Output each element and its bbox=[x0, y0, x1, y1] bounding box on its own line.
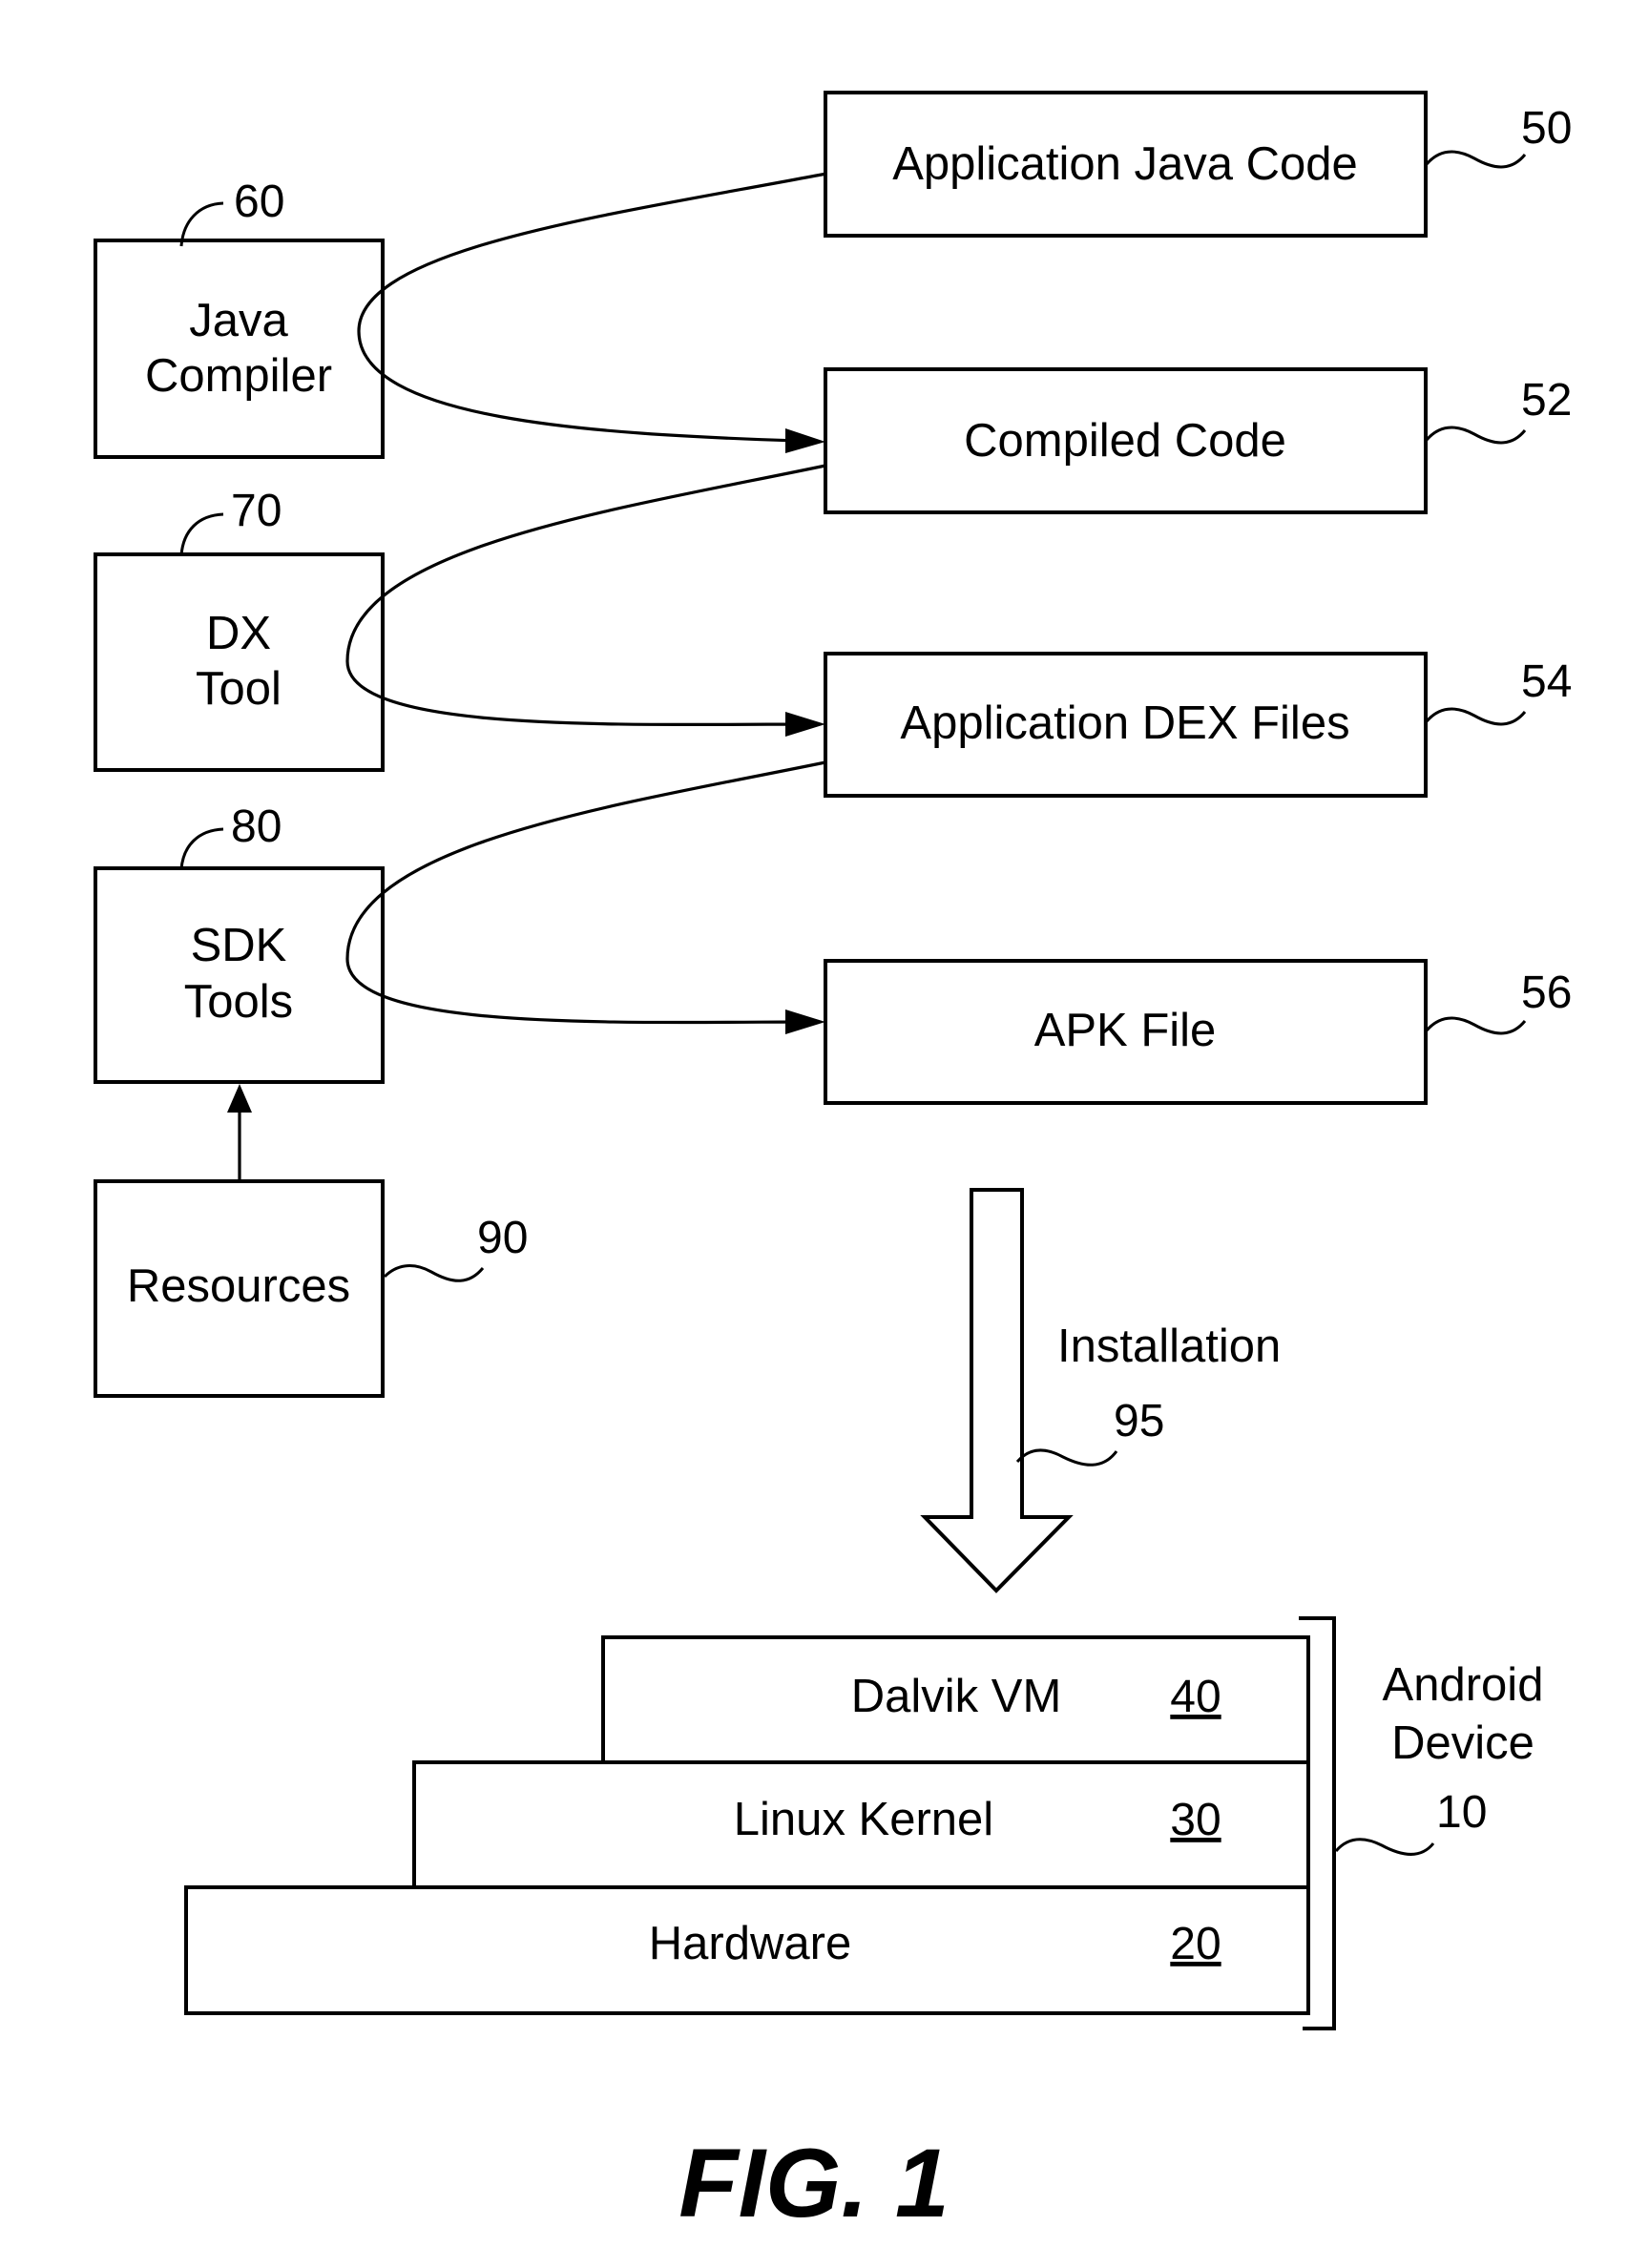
flow-dex-to-apk-arrowhead bbox=[785, 1009, 825, 1034]
compiled-code-leader bbox=[1425, 426, 1527, 445]
dx-tool-leader bbox=[179, 512, 224, 556]
dx-tool-label-line2: Tool bbox=[196, 663, 282, 715]
application-java-code-label: Application Java Code bbox=[892, 138, 1358, 190]
flow-dex-to-apk-curve bbox=[345, 760, 826, 1025]
android-device-label-line2: Device bbox=[1391, 1717, 1534, 1769]
resources-label: Resources bbox=[127, 1260, 350, 1312]
linux-kernel-ref: 30 bbox=[1170, 1795, 1221, 1845]
dx-tool-label-line1: DX bbox=[206, 608, 271, 659]
apk-file-node: APK File 56 bbox=[824, 959, 1572, 1105]
compiled-code-ref: 52 bbox=[1521, 375, 1572, 426]
flow-compiled-to-dex-curve bbox=[345, 464, 826, 727]
application-dex-files-leader bbox=[1425, 707, 1527, 726]
resources-leader bbox=[383, 1264, 485, 1282]
flow-java-to-compiled bbox=[357, 172, 827, 453]
application-java-code-ref: 50 bbox=[1521, 103, 1572, 154]
java-compiler-ref: 60 bbox=[234, 177, 284, 227]
flow-java-to-compiled-arrowhead bbox=[785, 428, 825, 453]
java-compiler-node: Java Compiler 60 bbox=[94, 177, 385, 459]
compiled-code-node: Compiled Code 52 bbox=[824, 367, 1572, 514]
application-java-code-node: Application Java Code 50 bbox=[824, 91, 1572, 238]
application-dex-files-node: Application DEX Files 54 bbox=[824, 652, 1572, 798]
sdk-tools-leader bbox=[179, 827, 224, 870]
java-compiler-box bbox=[94, 239, 385, 459]
installation-arrow: Installation 95 bbox=[920, 1188, 1281, 1593]
sdk-tools-node: SDK Tools 80 bbox=[94, 801, 385, 1084]
sdk-tools-label-line2: Tools bbox=[184, 976, 293, 1028]
linux-kernel-label: Linux Kernel bbox=[734, 1794, 993, 1845]
android-device-ref: 10 bbox=[1436, 1787, 1487, 1838]
compiled-code-label: Compiled Code bbox=[964, 415, 1286, 467]
resources-to-sdk-arrow bbox=[227, 1084, 252, 1181]
dalvik-vm-ref: 40 bbox=[1170, 1672, 1221, 1722]
dx-tool-node: DX Tool 70 bbox=[94, 486, 385, 772]
apk-file-ref: 56 bbox=[1521, 968, 1572, 1018]
installation-arrow-shape bbox=[920, 1188, 1074, 1593]
dalvik-vm-label: Dalvik VM bbox=[851, 1671, 1062, 1722]
resources-ref: 90 bbox=[477, 1213, 528, 1263]
android-device-bracket: Android Device 10 bbox=[1299, 1616, 1544, 2030]
apk-file-label: APK File bbox=[1034, 1005, 1217, 1056]
apk-file-leader bbox=[1425, 1016, 1527, 1035]
android-build-diagram: Java Compiler 60 DX Tool 70 SDK Tools 80… bbox=[94, 91, 1572, 2237]
installation-ref: 95 bbox=[1114, 1396, 1164, 1446]
sdk-tools-ref: 80 bbox=[231, 801, 282, 852]
hardware-ref: 20 bbox=[1170, 1919, 1221, 1969]
application-dex-files-label: Application DEX Files bbox=[900, 697, 1349, 749]
resources-to-sdk-arrowhead bbox=[227, 1084, 252, 1113]
hardware-label: Hardware bbox=[649, 1918, 851, 1969]
installation-label: Installation bbox=[1057, 1321, 1281, 1372]
java-compiler-label-line1: Java bbox=[189, 295, 288, 346]
sdk-tools-label-line1: SDK bbox=[191, 920, 287, 971]
flow-java-to-compiled-curve bbox=[357, 172, 827, 443]
resources-node: Resources 90 bbox=[94, 1179, 528, 1398]
flow-compiled-to-dex-arrowhead bbox=[785, 712, 825, 737]
java-compiler-label-line2: Compiler bbox=[145, 350, 332, 402]
figure-caption: FIG. 1 bbox=[678, 2129, 949, 2237]
android-device-leader bbox=[1334, 1838, 1435, 1856]
dx-tool-box bbox=[94, 552, 385, 772]
sdk-tools-box bbox=[94, 866, 385, 1084]
flow-compiled-to-dex bbox=[345, 464, 826, 737]
application-dex-files-ref: 54 bbox=[1521, 656, 1572, 707]
android-device-stack: Dalvik VM 40 Linux Kernel 30 Hardware 20 bbox=[184, 1635, 1310, 2015]
installation-leader bbox=[1015, 1448, 1118, 1467]
flow-dex-to-apk bbox=[345, 760, 826, 1034]
application-java-code-leader bbox=[1425, 150, 1527, 169]
dx-tool-ref: 70 bbox=[231, 486, 282, 536]
android-device-label-line1: Android bbox=[1383, 1659, 1544, 1711]
